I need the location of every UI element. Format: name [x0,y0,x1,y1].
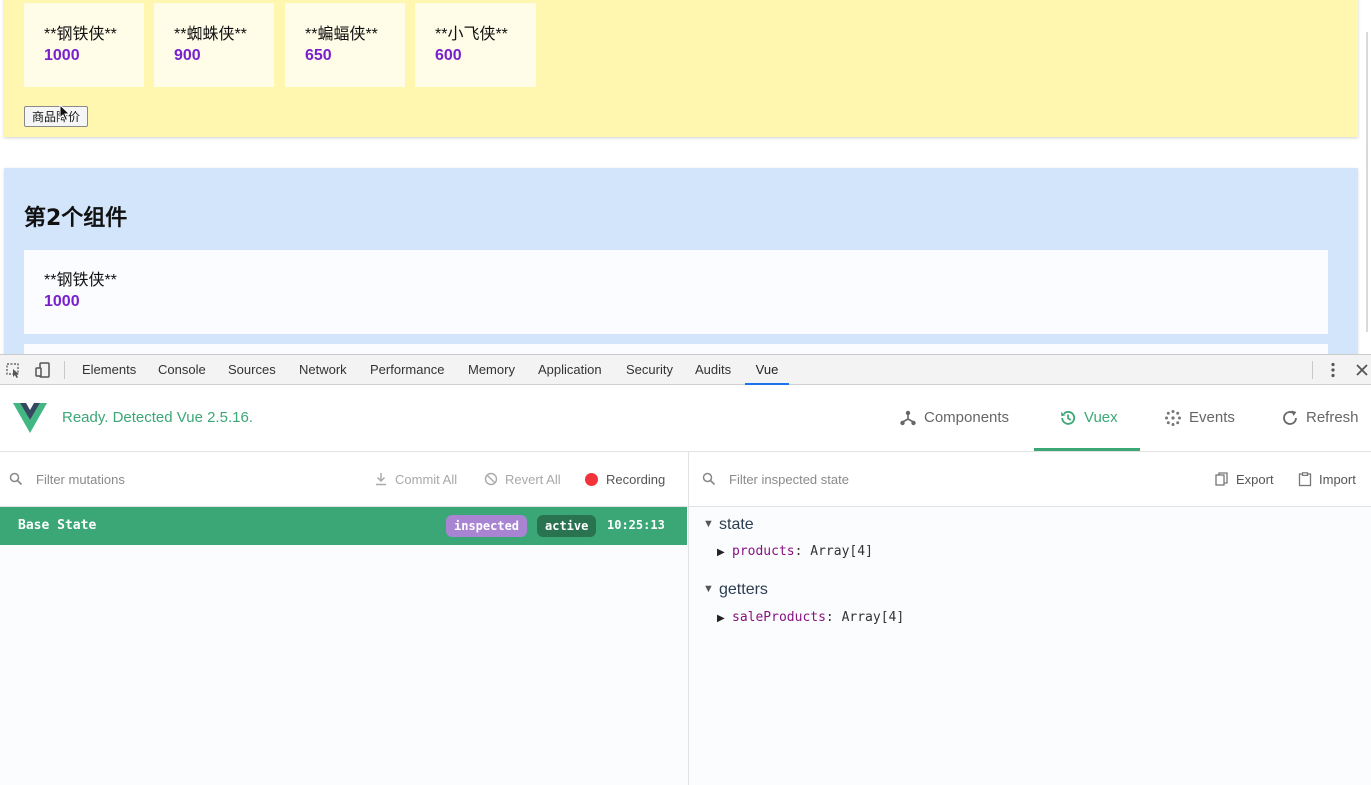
state-toolbar: Export Import [689,452,1371,507]
tab-console[interactable]: Console [158,355,206,385]
product-name: **小飞侠** [435,26,508,43]
product-card: **蜘蛛侠** 900 [154,3,274,87]
export-button[interactable]: Export [1215,452,1277,507]
import-button[interactable]: Import [1298,452,1362,507]
commit-all-button[interactable]: Commit All [374,452,464,507]
base-state-label: Base State [18,518,97,533]
nav-events[interactable]: Events [1164,385,1238,451]
active-badge: active [537,515,597,537]
expand-arrow-icon: ▼ [703,583,714,595]
filter-mutations-input[interactable] [36,469,336,489]
product-name: **蝙蝠侠** [305,26,378,43]
getters-key: saleProducts [732,610,826,625]
toolbar-divider [1312,361,1313,379]
copy-icon [1215,472,1228,486]
product-card-partial [24,344,1328,354]
getters-title: getters [719,581,768,598]
state-key: products [732,544,795,559]
reduce-price-button[interactable]: 商品降价 [24,106,88,127]
nav-vuex[interactable]: Vuex [1059,385,1124,451]
history-icon [1061,411,1076,425]
component-1: **钢铁侠** 1000 **蜘蛛侠** 900 **蝙蝠侠** 650 **小… [4,0,1358,137]
recording-toggle[interactable]: Recording [606,452,665,507]
product-price: 1000 [44,47,80,64]
nav-components[interactable]: Components [899,385,1017,451]
product-card: **钢铁侠** 1000 [24,3,144,87]
collapse-arrow-icon: ▶ [717,547,725,558]
state-value: Array[4] [810,544,873,559]
refresh-icon [1283,410,1297,425]
component-2-title: 第2个组件 [24,206,128,231]
product-price: 1000 [44,293,80,310]
revert-icon [484,472,498,486]
close-icon[interactable] [1353,361,1371,379]
state-tree-row[interactable]: ▶ products: Array[4] [717,544,873,559]
product-name: **钢铁侠** [44,26,117,43]
nav-components-label: Components [924,409,1010,426]
state-section-header[interactable]: ▼ state [703,516,754,534]
mutations-toolbar: Commit All Revert All Recording [0,452,688,507]
vue-status-text: Ready. Detected Vue 2.5.16. [62,409,253,426]
screen: **钢铁侠** 1000 **蜘蛛侠** 900 **蝙蝠侠** 650 **小… [0,0,1371,785]
tab-vue[interactable]: Vue [745,355,789,385]
refresh-button[interactable]: Refresh [1281,385,1365,451]
tab-network[interactable]: Network [299,355,347,385]
base-state-row[interactable]: Base State inspected active 10:25:13 [0,507,687,545]
page-viewport: **钢铁侠** 1000 **蜘蛛侠** 900 **蝙蝠侠** 650 **小… [0,0,1371,354]
product-card: **钢铁侠** 1000 [24,250,1328,334]
nav-vuex-label: Vuex [1084,409,1118,426]
product-price: 600 [435,47,462,64]
mutations-pane: Commit All Revert All Recording Base Sta… [0,452,688,785]
search-icon [9,472,23,486]
active-nav-indicator [1034,448,1140,451]
product-price: 650 [305,47,332,64]
expand-arrow-icon: ▼ [703,518,714,530]
events-icon [1165,410,1181,426]
state-title: state [719,516,754,533]
tab-security[interactable]: Security [626,355,673,385]
product-name: **钢铁侠** [44,272,117,289]
getters-tree-row[interactable]: ▶ saleProducts: Array[4] [717,610,904,625]
device-toolbar-icon[interactable] [34,361,52,379]
refresh-label: Refresh [1306,409,1359,426]
record-icon[interactable] [585,473,598,486]
inspect-element-icon[interactable] [5,361,23,379]
state-inspector-pane: Export Import ▼state ▶products: Array[4]… [689,452,1371,785]
revert-all-label: Revert All [505,472,561,487]
inspected-badge: inspected [446,515,528,537]
tab-performance[interactable]: Performance [370,355,444,385]
clipboard-icon [1298,472,1312,487]
filter-state-input[interactable] [729,469,1049,489]
tab-sources[interactable]: Sources [228,355,276,385]
components-icon [900,410,916,426]
product-price: 900 [174,47,201,64]
component-2: 第2个组件 **钢铁侠** 1000 [4,168,1358,354]
search-icon [702,472,716,486]
base-state-timestamp: 10:25:13 [607,518,665,532]
collapse-arrow-icon: ▶ [717,613,725,624]
tab-elements[interactable]: Elements [82,355,136,385]
mouse-cursor-icon [59,104,71,122]
product-card: **蝙蝠侠** 650 [285,3,405,87]
download-icon [376,473,386,486]
getters-value: Array[4] [841,610,905,625]
export-label: Export [1236,472,1274,487]
getters-section-header[interactable]: ▼ getters [703,581,768,599]
toolbar-divider [64,361,65,379]
product-card: **小飞侠** 600 [415,3,536,87]
nav-events-label: Events [1189,409,1235,426]
tab-memory[interactable]: Memory [468,355,515,385]
commit-all-label: Commit All [395,472,458,487]
page-scrollbar[interactable] [1366,32,1368,332]
tab-audits[interactable]: Audits [695,355,731,385]
tab-application[interactable]: Application [538,355,602,385]
product-name: **蜘蛛侠** [174,26,247,43]
import-label: Import [1319,472,1356,487]
devtools-tabbar: Elements Console Sources Network Perform… [0,354,1371,385]
vue-logo-icon [13,403,47,433]
vue-devtools-header: Ready. Detected Vue 2.5.16. Components V… [0,385,1371,452]
more-options-icon[interactable] [1324,361,1342,379]
revert-all-button[interactable]: Revert All [484,452,566,507]
